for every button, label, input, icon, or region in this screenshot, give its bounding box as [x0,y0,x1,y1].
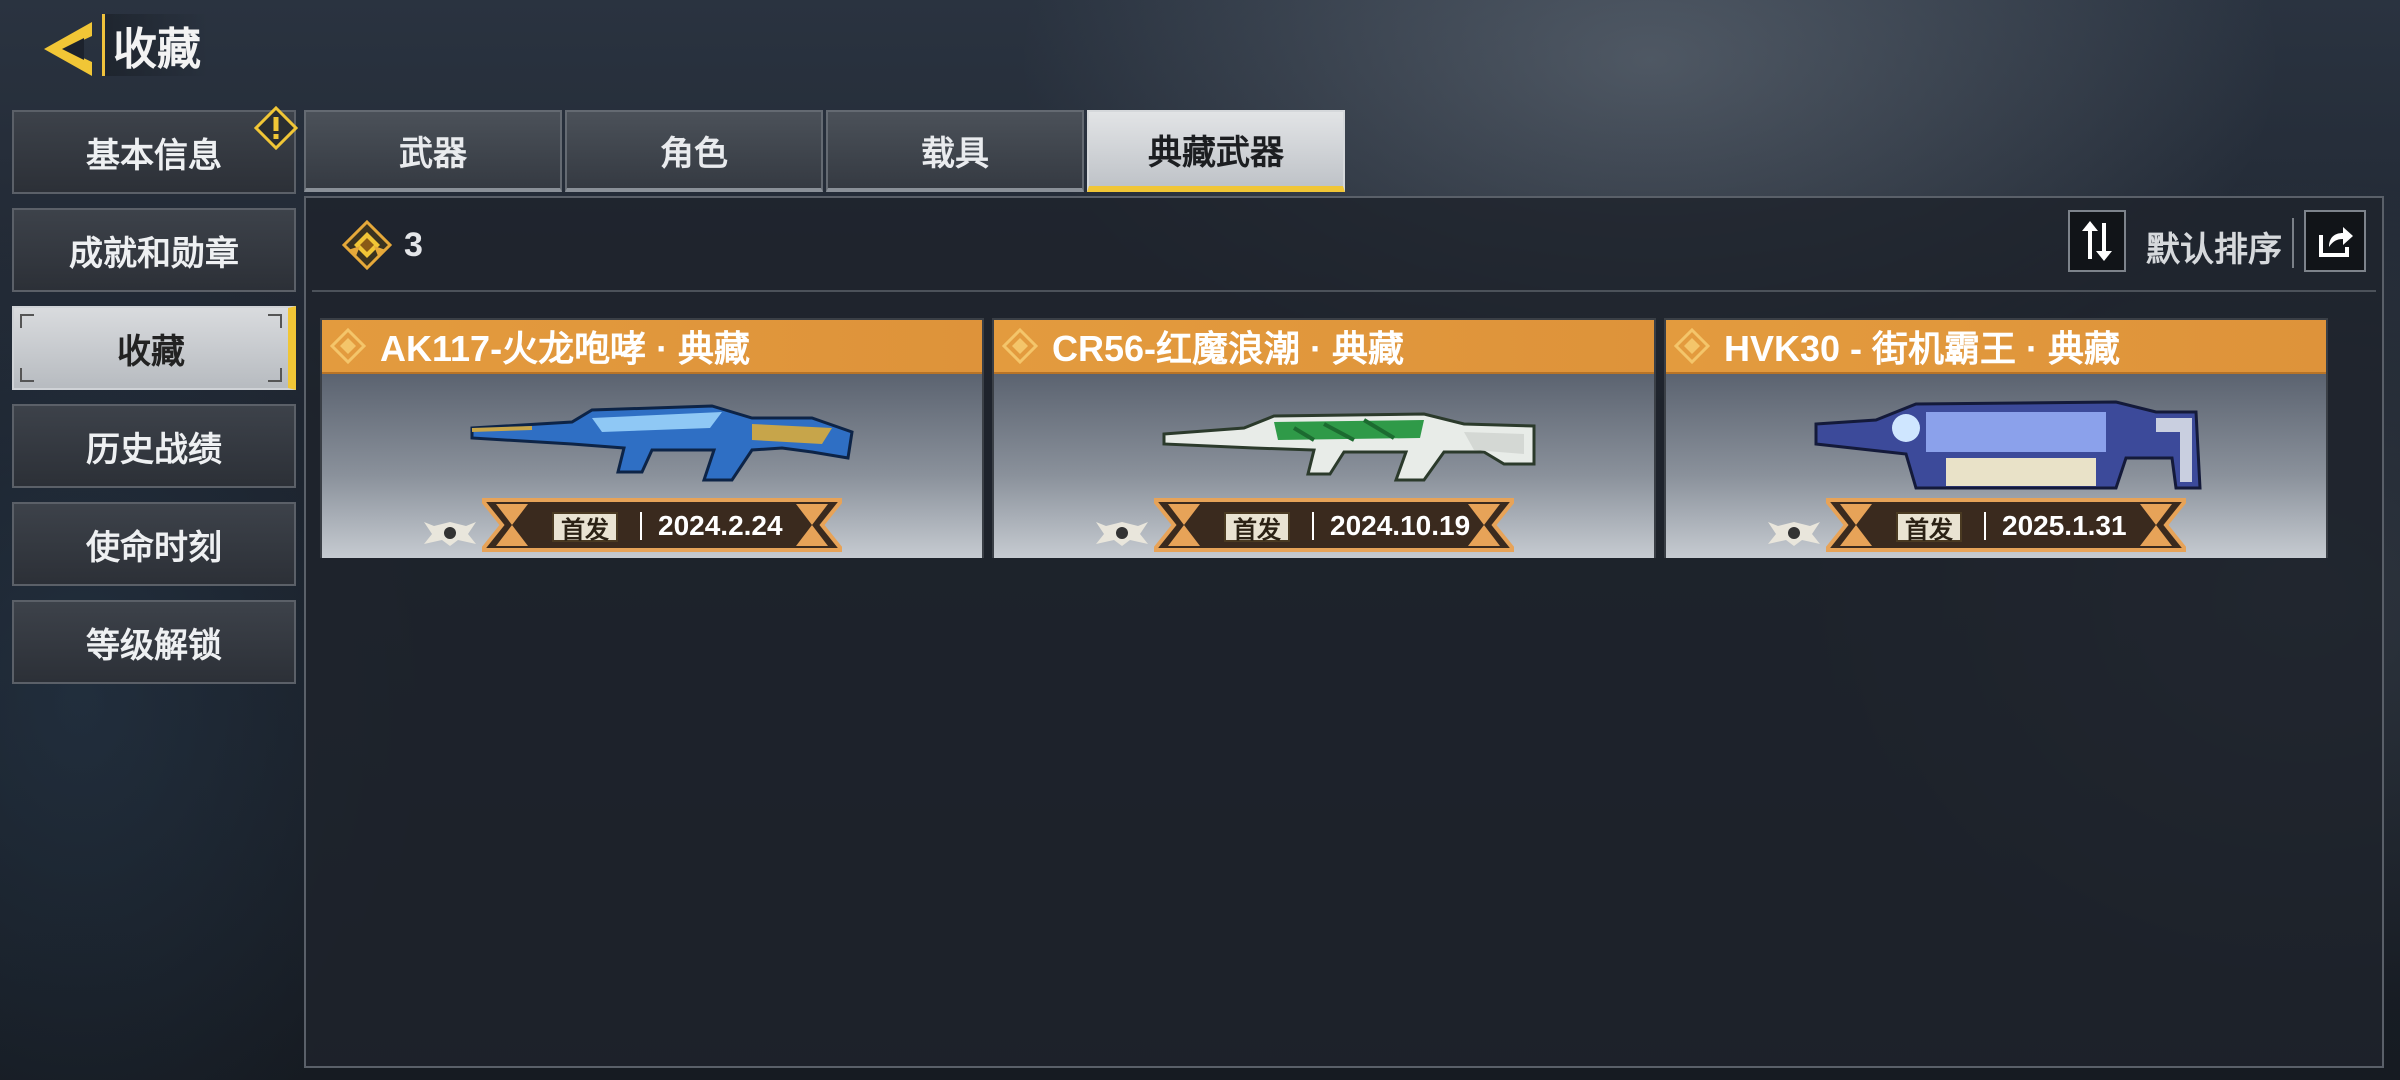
card-header: HVK30 - 街机霸王 · 典藏 [1666,320,2326,374]
tab-vehicles[interactable]: 载具 [826,110,1084,192]
divider [1984,512,1986,540]
tab-legendary-weapons[interactable]: 典藏武器 [1087,110,1345,192]
sidebar-item-match-history[interactable]: 历史战绩 [12,404,296,488]
divider [2292,218,2294,268]
card-body: 首发 2025.1.31 [1666,374,2326,558]
release-date: 2024.10.19 [1330,510,1471,541]
panel-toolbar: 3 默认排序 [306,198,2382,292]
corner-mark [20,368,34,382]
sort-toggle-icon [2082,221,2112,261]
weapon-image [1162,412,1536,482]
collection-count: 3 [342,220,423,270]
release-date: 2025.1.31 [2002,510,2127,541]
header: 收藏 [40,14,209,84]
legendary-diamond-icon [1674,328,1710,364]
first-release-tag: 首发 [552,512,618,544]
sidebar-item-duty-moments[interactable]: 使命时刻 [12,502,296,586]
weapon-image [470,404,854,482]
first-release-tag: 首发 [1896,512,1962,544]
diamond-rank-icon [342,220,392,270]
legendary-diamond-icon [330,328,366,364]
card-header: AK117-火龙咆哮 · 典藏 [322,320,982,374]
wing-badge-icon [1096,522,1148,546]
count-value: 3 [404,225,423,264]
sidebar-item-collection[interactable]: 收藏 [12,306,296,390]
weapon-card[interactable]: HVK30 - 街机霸王 · 典藏 首发 2025.1.31 [1664,318,2328,558]
sidebar-item-label: 成就和勋章 [69,234,239,273]
weapon-card[interactable]: CR56-红魔浪潮 · 典藏 首发 2024.10.19 [992,318,1656,558]
divider [1312,512,1314,540]
sidebar: 基本信息 成就和勋章 收藏 历史战绩 使命时刻 等级解锁 [12,106,298,698]
sidebar-item-label: 历史战绩 [86,430,222,469]
sidebar-item-label: 基本信息 [86,136,222,175]
weapon-card[interactable]: AK117-火龙咆哮 · 典藏 首发 2024.2.24 [320,318,984,558]
tab-characters[interactable]: 角色 [565,110,823,192]
card-header: CR56-红魔浪潮 · 典藏 [994,320,1654,374]
weapon-name: AK117-火龙咆哮 · 典藏 [380,328,751,369]
weapon-card-list: AK117-火龙咆哮 · 典藏 首发 2024.2.24 CR56-红魔浪潮 ·… [320,318,2336,558]
share-icon [2319,227,2353,257]
tab-weapons[interactable]: 武器 [304,110,562,192]
weapon-name: CR56-红魔浪潮 · 典藏 [1052,328,1405,369]
sort-label[interactable]: 默认排序 [2146,222,2282,271]
wing-badge-icon [424,522,476,546]
card-body: 首发 2024.2.24 [322,374,982,558]
title-wrap: 收藏 [102,14,209,76]
tab-bar: 武器 角色 载具 典藏武器 [304,110,1348,192]
corner-mark [20,314,34,328]
corner-mark [268,368,282,382]
weapon-image [1814,400,2202,490]
sidebar-item-achievements[interactable]: 成就和勋章 [12,208,296,292]
sort-toggle-button[interactable] [2068,210,2126,272]
legendary-diamond-icon [1002,328,1038,364]
wing-badge-icon [1768,522,1820,546]
warning-icon [254,106,298,150]
sidebar-item-level-unlock[interactable]: 等级解锁 [12,600,296,684]
sidebar-item-basic-info[interactable]: 基本信息 [12,106,298,194]
weapon-name: HVK30 - 街机霸王 · 典藏 [1724,328,2121,369]
release-date: 2024.2.24 [658,510,783,541]
card-body: 首发 2024.10.19 [994,374,1654,558]
first-release-tag: 首发 [1224,512,1290,544]
collection-panel: 3 默认排序 AK117-火龙咆哮 · 典藏 首发 2024.2.24 CR56… [304,196,2384,1068]
back-arrow-icon [44,22,92,76]
divider [640,512,642,540]
sidebar-item-label: 等级解锁 [86,626,222,665]
sidebar-item-label: 使命时刻 [86,528,222,567]
corner-mark [268,314,282,328]
share-button[interactable] [2304,210,2366,272]
page-title: 收藏 [113,25,201,74]
sidebar-item-label: 收藏 [117,332,185,371]
divider [312,290,2376,292]
back-button[interactable] [40,18,96,80]
